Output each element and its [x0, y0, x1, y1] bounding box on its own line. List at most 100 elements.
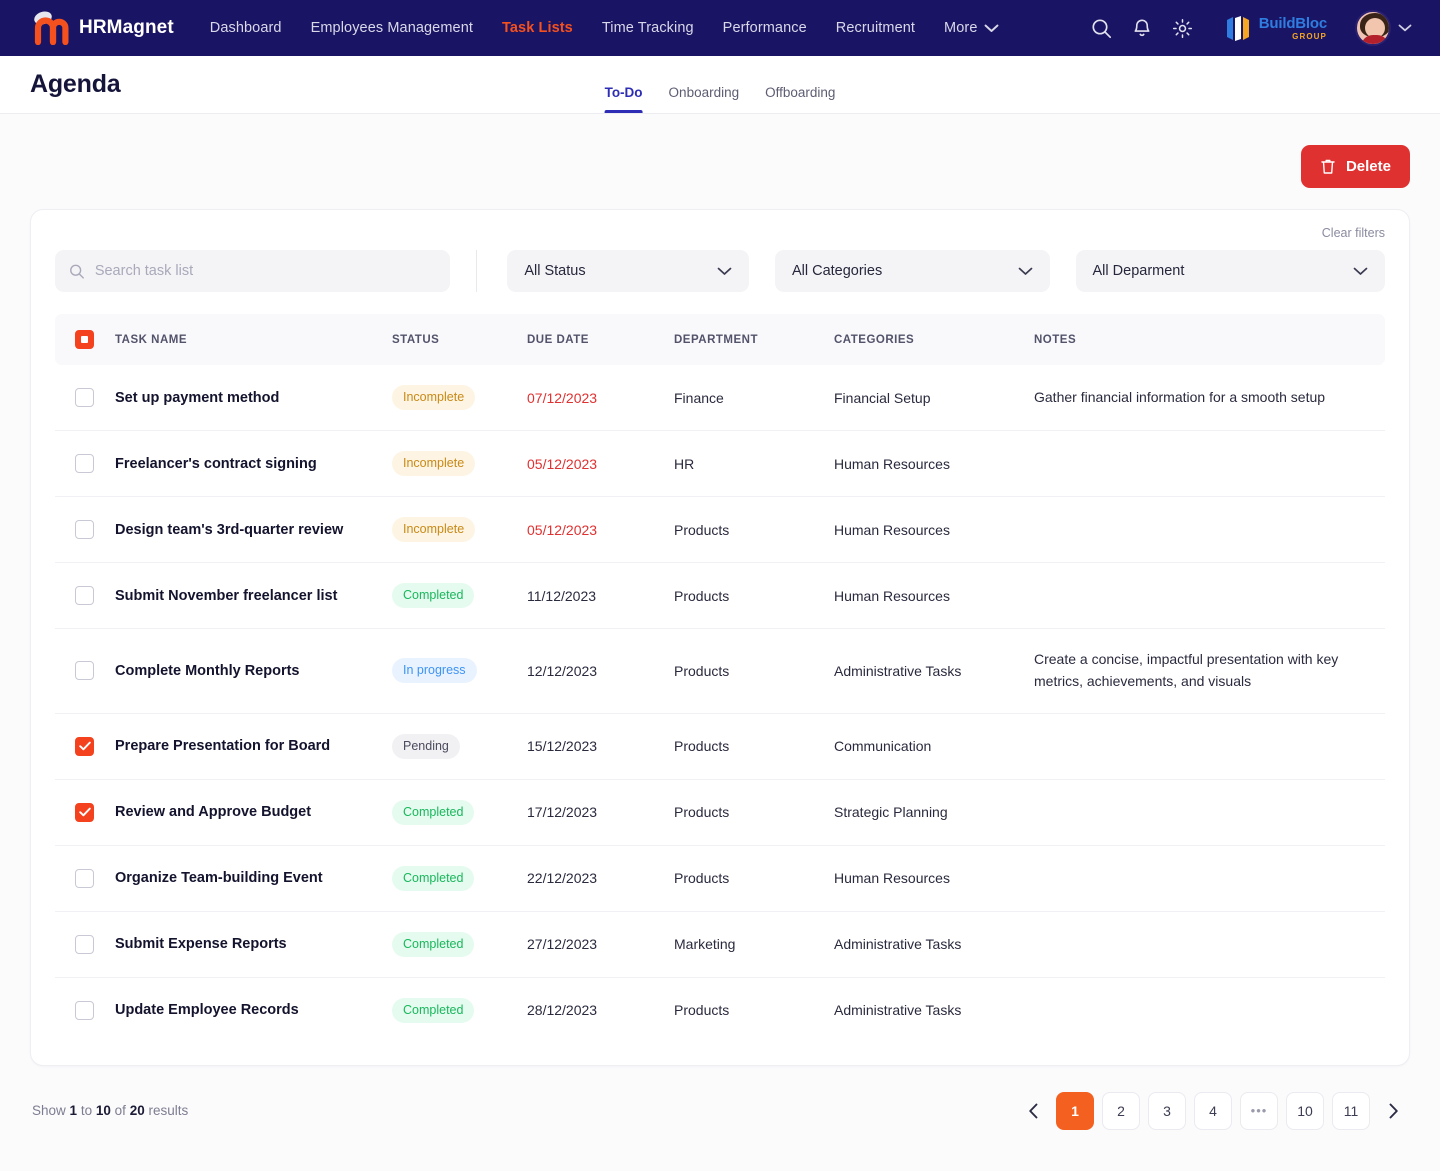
cell-notes: Gather financial information for a smoot…: [1034, 365, 1385, 431]
row-checkbox[interactable]: [75, 388, 94, 407]
task-name-text: Review and Approve Budget: [115, 804, 312, 821]
task-name-text: Submit Expense Reports: [115, 936, 287, 953]
row-checkbox[interactable]: [75, 586, 94, 605]
task-name-text: Freelancer's contract signing: [115, 455, 317, 472]
cell-notes: [1034, 562, 1385, 629]
cell-notes: [1034, 496, 1385, 563]
nav-item-performance[interactable]: Performance: [723, 20, 807, 36]
cell-status: Completed: [392, 977, 527, 1043]
cell-task-name: Prepare Presentation for Board: [115, 713, 392, 780]
row-checkbox[interactable]: [75, 454, 94, 473]
row-checkbox[interactable]: [75, 520, 94, 539]
row-checkbox[interactable]: [75, 736, 94, 756]
cell-status: Pending: [392, 713, 527, 780]
table-row: Submit November freelancer list Completed…: [55, 562, 1385, 629]
nav-item-task-lists[interactable]: Task Lists: [502, 20, 573, 36]
nav-item-recruitment[interactable]: Recruitment: [836, 20, 915, 36]
cell-status: Completed: [392, 845, 527, 912]
tab-onboarding[interactable]: Onboarding: [669, 85, 740, 113]
trash-icon: [1321, 159, 1335, 174]
nav-links: Dashboard Employees Management Task List…: [210, 20, 1000, 36]
results-suffix: results: [148, 1103, 189, 1119]
task-name-text: Submit November freelancer list: [115, 587, 338, 604]
column-header-categories: CATEGORIES: [834, 314, 1034, 365]
section-tabs: To-Do Onboarding Offboarding: [604, 56, 835, 113]
row-checkbox[interactable]: [75, 661, 94, 681]
tab-to-do[interactable]: To-Do: [604, 85, 643, 113]
pagination-page-2[interactable]: 2: [1102, 1091, 1140, 1130]
cell-task-name: Design team's 3rd-quarter review: [115, 496, 392, 563]
brand-logo[interactable]: HRMagnet: [30, 11, 174, 46]
delete-button-label: Delete: [1345, 158, 1391, 175]
row-select-cell: [55, 562, 115, 629]
row-select-cell: [55, 779, 115, 846]
department-filter-select[interactable]: All Deparment: [1075, 250, 1386, 292]
cell-department: Marketing: [674, 911, 834, 978]
row-select-cell: [55, 911, 115, 978]
avatar: [1355, 10, 1391, 46]
search-box[interactable]: [55, 250, 451, 292]
status-badge: Completed: [392, 583, 475, 608]
cell-category: Administrative Tasks: [834, 911, 1034, 978]
select-all-checkbox[interactable]: [75, 330, 94, 349]
gear-icon[interactable]: [1172, 18, 1193, 39]
column-header-status: STATUS: [392, 314, 527, 365]
department-filter-value: All Deparment: [1092, 263, 1185, 279]
status-badge: Incomplete: [392, 451, 476, 476]
table-row: Design team's 3rd-quarter review Incomple…: [55, 496, 1385, 563]
cell-task-name: Complete Monthly Reports: [115, 628, 392, 714]
pagination-page-4[interactable]: 4: [1194, 1091, 1232, 1130]
pagination-page-11[interactable]: 11: [1332, 1091, 1370, 1130]
delete-button[interactable]: Delete: [1300, 145, 1410, 188]
row-select-cell: [55, 845, 115, 912]
notification-bell-icon[interactable]: [1132, 18, 1152, 39]
row-checkbox[interactable]: [75, 934, 94, 954]
cell-due-date: 28/12/2023: [527, 1002, 598, 1019]
chevron-right-icon: [1389, 1103, 1398, 1119]
chevron-down-icon: [1018, 267, 1032, 275]
row-select-cell: [55, 713, 115, 780]
cell-category: Communication: [834, 713, 1034, 780]
cell-notes: [1034, 430, 1385, 497]
row-checkbox[interactable]: [75, 868, 94, 888]
magnet-m-logo-icon: [30, 11, 70, 46]
categories-filter-select[interactable]: All Categories: [774, 250, 1050, 292]
tab-offboarding[interactable]: Offboarding: [765, 85, 835, 113]
task-name-text: Design team's 3rd-quarter review: [115, 521, 344, 538]
nav-item-dashboard[interactable]: Dashboard: [210, 20, 282, 36]
row-checkbox[interactable]: [75, 802, 94, 822]
status-filter-select[interactable]: All Status: [507, 250, 749, 292]
nav-item-time-tracking[interactable]: Time Tracking: [602, 20, 694, 36]
pagination-prev-button[interactable]: [1018, 1092, 1048, 1130]
pagination-next-button[interactable]: [1378, 1092, 1408, 1130]
cell-category: Financial Setup: [834, 365, 1034, 431]
filter-divider: [476, 250, 478, 292]
nav-item-employees-management[interactable]: Employees Management: [311, 20, 473, 36]
table-footer: Show 1 to 10 of 20 results 1 2 3 4 ••• 10 11: [30, 1066, 1410, 1160]
page-header: Agenda To-Do Onboarding Offboarding: [0, 56, 1440, 114]
cell-category: Human Resources: [834, 496, 1034, 563]
clear-filters-link[interactable]: Clear filters: [55, 210, 1385, 244]
pagination-page-3[interactable]: 3: [1148, 1091, 1186, 1130]
status-badge: Completed: [392, 931, 475, 957]
user-menu[interactable]: [1355, 10, 1412, 46]
pagination-ellipsis: •••: [1240, 1091, 1278, 1130]
results-from: 1: [69, 1103, 78, 1119]
cell-status: Incomplete: [392, 430, 527, 497]
buildbloc-company-logo: BuildBloc GROUP: [1225, 15, 1327, 42]
cell-department: Products: [674, 628, 834, 714]
table-header: TASK NAME STATUS DUE DATE DEPARTMENT CAT…: [55, 314, 1385, 365]
pagination-page-1[interactable]: 1: [1056, 1091, 1094, 1130]
table-body: Set up payment method Incomplete 07/12/202…: [55, 365, 1385, 1043]
search-input[interactable]: [94, 263, 437, 279]
cell-category: Administrative Tasks: [834, 628, 1034, 714]
row-checkbox[interactable]: [75, 1000, 94, 1020]
table-row: Set up payment method Incomplete 07/12/202…: [55, 365, 1385, 431]
task-name-text: Organize Team-building Event: [115, 870, 323, 887]
nav-item-more[interactable]: More: [944, 20, 999, 36]
search-icon[interactable]: [1091, 18, 1112, 39]
table-row: Complete Monthly Reports In progress 12/12…: [55, 628, 1385, 714]
cell-due-date: 07/12/2023: [527, 365, 674, 431]
table-row: Prepare Presentation for Board Pending 15/…: [55, 713, 1385, 780]
pagination-page-10[interactable]: 10: [1286, 1091, 1324, 1130]
